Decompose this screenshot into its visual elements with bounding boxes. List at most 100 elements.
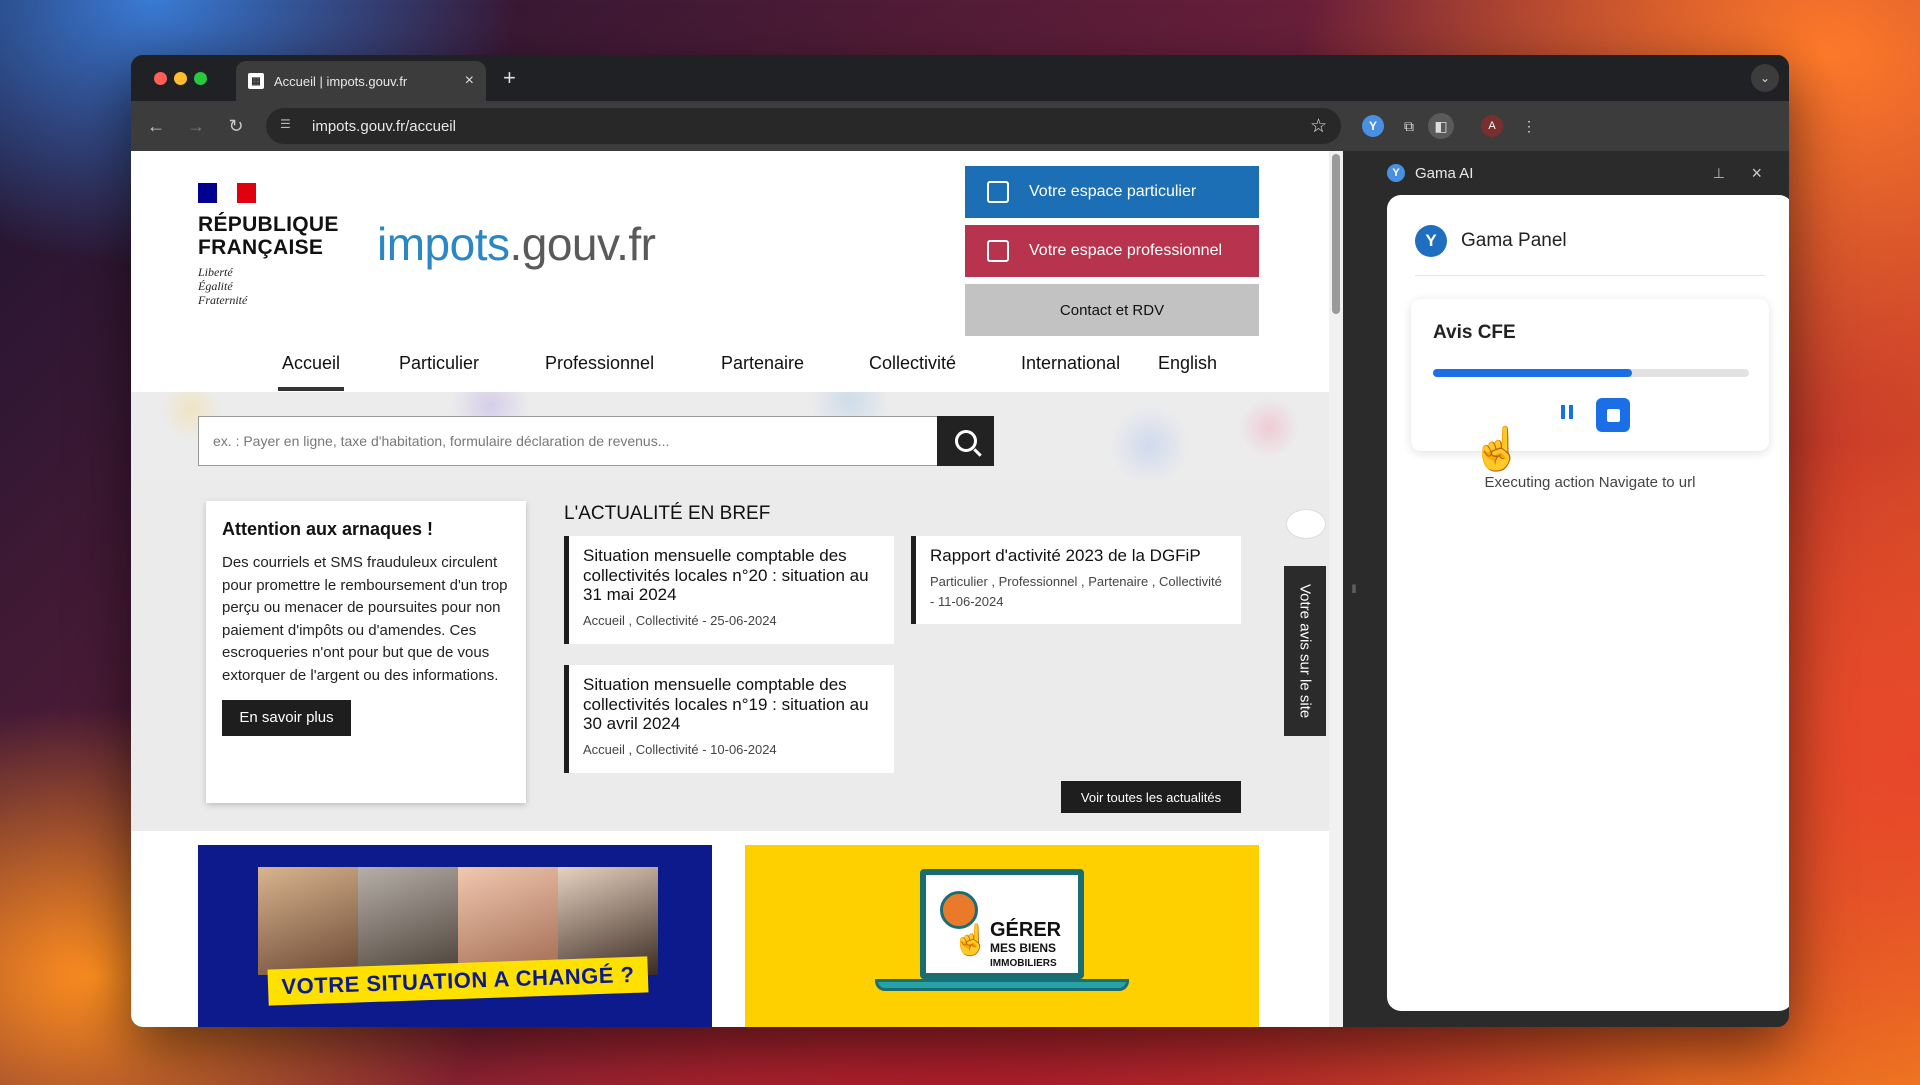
execution-status: Executing action Navigate to url [1484,474,1696,491]
maximize-window-button[interactable] [194,72,207,85]
banner2-line3: IMMOBILIERS [990,958,1057,969]
news-title: Situation mensuelle comptable des collec… [583,675,869,733]
photo-parent-baby [358,867,458,975]
nav-accueil[interactable]: Accueil [278,347,345,391]
browser-tab[interactable]: ▦ Accueil | impots.gouv.fr × [236,61,486,101]
search-input[interactable]: ex. : Payer en ligne, taxe d'habitation,… [198,416,938,466]
pointer-hand-icon: ☝ [952,924,990,957]
feedback-tab[interactable]: Votre avis sur le site [1284,566,1326,736]
task-progress-bar [1433,369,1749,377]
search-icon [954,430,977,452]
french-flag-icon [198,183,256,203]
nav-english[interactable]: English [1158,347,1217,391]
side-panel: Y Gama AI ⊥ × Y Gama Panel Avis CFE Exec… [1365,151,1789,1027]
feedback-bubble-icon[interactable] [1286,509,1326,539]
motto-fraternite: Fraternité [198,293,248,307]
bookmark-star-icon[interactable]: ☆ [1310,115,1327,138]
motto-liberte: Liberté [198,265,233,279]
impots-gouv-logo[interactable]: impots.gouv.fr [377,217,656,271]
lock-icon [987,240,1009,262]
pause-icon [1561,405,1565,419]
task-progress-fill [1433,369,1633,377]
browser-menu-icon[interactable]: ⋮ [1516,113,1542,139]
banner2-line1: GÉRER [990,919,1062,941]
alert-title: Attention aux arnaques ! [222,519,434,539]
hand-cursor-icon: ☝ [1471,425,1524,472]
news-item[interactable]: Situation mensuelle comptable des collec… [564,536,894,644]
gama-logo-icon: Y [1387,164,1405,182]
espace-particulier-label: Votre espace particulier [1029,183,1197,200]
situation-change-banner[interactable]: VOTRE SITUATION A CHANGÉ ? [198,845,712,1027]
pause-icon-bar [1569,405,1573,419]
extensions-puzzle-icon[interactable]: ⧉ [1396,113,1422,139]
logo-tld: .gouv.fr [509,218,656,270]
nav-collectivite[interactable]: Collectivité [869,347,956,391]
news-item[interactable]: Rapport d'activité 2023 de la DGFiP Part… [911,536,1241,624]
back-button[interactable]: ← [136,116,176,137]
news-meta: Particulier , Professionnel , Partenaire… [930,573,1222,609]
browser-toolbar: ← → ↻ ☰ impots.gouv.fr/accueil ☆ Y ⧉ ◧ A… [131,101,1789,151]
news-item[interactable]: Situation mensuelle comptable des collec… [564,665,894,773]
news-meta: Accueil , Collectivité - 25-06-2024 [583,612,777,628]
lock-icon [987,181,1009,203]
logo-main: impots [377,218,510,270]
espace-professionnel-button[interactable]: Votre espace professionnel [965,225,1259,277]
news-title: Rapport d'activité 2023 de la DGFiP [930,546,1201,565]
nav-partenaire[interactable]: Partenaire [721,347,804,391]
task-title: Avis CFE [1433,322,1516,343]
page-scrollbar[interactable] [1329,151,1343,1027]
en-savoir-plus-button[interactable]: En savoir plus [222,699,351,736]
espace-professionnel-label: Votre espace professionnel [1029,242,1223,259]
motto-egalite: Égalité [198,279,233,293]
gama-extension-icon[interactable]: Y [1362,115,1384,137]
gama-panel-card: Y Gama Panel Avis CFE Executing action N… [1387,195,1789,1011]
side-panel-resize-handle[interactable]: ‖ [1343,151,1365,1027]
photo-woman-dog [458,867,558,975]
espace-particulier-button[interactable]: Votre espace particulier [965,166,1259,218]
nav-international[interactable]: International [1021,347,1120,391]
nav-professionnel[interactable]: Professionnel [545,347,654,391]
stop-icon [1606,408,1620,422]
side-panel-toggle-icon[interactable]: ◧ [1428,113,1454,139]
tab-title: Accueil | impots.gouv.fr [274,73,408,89]
laptop-base [875,979,1129,991]
side-panel-title: Gama AI [1415,164,1474,182]
divider [1415,275,1765,276]
news-heading: L'ACTUALITÉ EN BREF [564,503,771,524]
tab-search-chevron-icon[interactable]: ⌄ [1751,64,1779,92]
site-favicon-icon: ▦ [248,73,264,89]
news-title: Situation mensuelle comptable des collec… [583,546,869,604]
pause-button[interactable] [1561,405,1575,421]
voir-toutes-actualites-button[interactable]: Voir toutes les actualités [1061,781,1241,813]
pin-icon[interactable]: ⊥ [1713,165,1725,182]
contact-rdv-label: Contact et RDV [1059,301,1165,319]
forward-button[interactable]: → [176,116,216,137]
search-button[interactable] [937,416,994,466]
gama-logo-icon: Y [1415,225,1447,257]
reload-button[interactable]: ↻ [216,116,256,137]
gerer-biens-banner[interactable]: ☝ GÉRER MES BIENS IMMOBILIERS [745,845,1259,1027]
contact-rdv-button[interactable]: Contact et RDV [965,284,1259,336]
gov-name-line1: RÉPUBLIQUE [198,213,339,236]
scam-alert-card: Attention aux arnaques ! Des courriels e… [206,501,526,803]
new-tab-button[interactable]: + [503,65,516,91]
page-viewport: RÉPUBLIQUE FRANÇAISE Liberté Égalité Fra… [131,151,1343,1027]
alert-body: Des courriels et SMS frauduleux circulen… [222,554,508,684]
minimize-window-button[interactable] [174,72,187,85]
stop-button[interactable] [1596,398,1630,432]
republique-francaise-logo: RÉPUBLIQUE FRANÇAISE Liberté Égalité Fra… [198,183,338,307]
banner2-line2: MES BIENS [990,941,1057,955]
browser-window: ▦ Accueil | impots.gouv.fr × + ⌄ ← → ↻ ☰… [131,55,1789,1027]
close-panel-icon[interactable]: × [1751,163,1762,184]
address-url: impots.gouv.fr/accueil [312,117,456,135]
close-tab-icon[interactable]: × [465,72,474,90]
nav-particulier[interactable]: Particulier [399,347,479,391]
search-placeholder: ex. : Payer en ligne, taxe d'habitation,… [213,433,670,449]
address-bar[interactable]: ☰ impots.gouv.fr/accueil ☆ [266,108,1341,144]
site-settings-icon[interactable]: ☰ [280,117,298,135]
close-window-button[interactable] [154,72,167,85]
gama-panel-title: Gama Panel [1461,230,1567,251]
profile-avatar[interactable]: A [1481,115,1503,137]
side-panel-header: Y Gama AI ⊥ × [1365,151,1789,195]
scrollbar-thumb[interactable] [1332,154,1340,314]
